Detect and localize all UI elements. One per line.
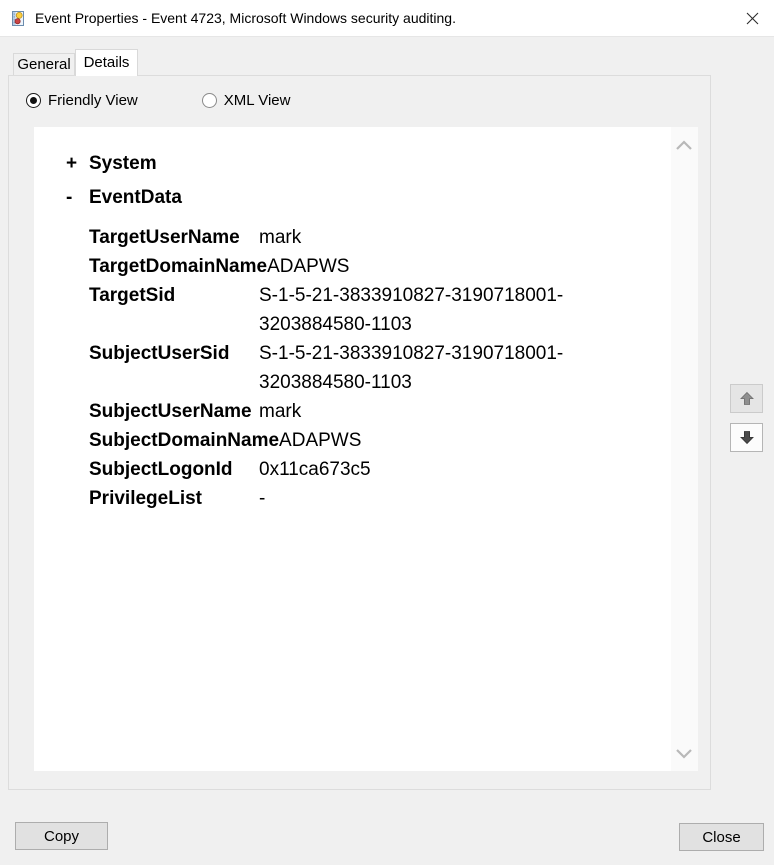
tree-node-system[interactable]: + System (66, 153, 668, 175)
row-name: SubjectUserSid (89, 343, 230, 364)
radio-selected-icon (26, 92, 41, 108)
table-row: PrivilegeList - (89, 484, 668, 513)
row-value: S-1-5-21-3833910827-3190718001-320388458… (259, 343, 564, 393)
row-name: SubjectUserName (89, 401, 252, 422)
xml-view-label: XML View (223, 91, 291, 109)
table-row: SubjectUserSid S-1-5-21-3833910827-319071… (89, 339, 668, 397)
window-title: Event Properties - Event 4723, Microsoft… (35, 10, 456, 26)
row-name: SubjectLogonId (89, 459, 233, 480)
xml-view-radio[interactable]: XML View (201, 91, 291, 109)
row-value: mark (259, 227, 302, 248)
close-x-icon (746, 12, 758, 24)
next-event-button[interactable] (730, 423, 763, 452)
view-options: Friendly View XML View (26, 89, 290, 111)
details-tab-panel: Friendly View XML View + System - EventDat… (8, 75, 711, 790)
event-properties-dialog: { "window": { "title": "Event Properties… (0, 0, 774, 865)
tab-general[interactable]: General (13, 53, 75, 75)
arrow-up-icon (739, 391, 754, 405)
row-value: 0x11ca673c5 (259, 459, 371, 480)
friendly-view-label: Friendly View (48, 91, 138, 109)
scroll-up-icon[interactable] (675, 140, 693, 151)
table-row: TargetUserName mark (89, 223, 668, 252)
friendly-view-radio[interactable]: Friendly View (26, 92, 138, 109)
event-detail-view: + System - EventData TargetUserName mark Ta… (34, 127, 698, 771)
row-value: - (259, 488, 266, 509)
table-row: SubjectUserName mark (89, 397, 668, 426)
close-x-button[interactable] (737, 5, 767, 31)
eventdata-rows: TargetUserName mark TargetDomainNameADAPW… (89, 223, 668, 513)
scroll-down-icon[interactable] (675, 748, 693, 759)
table-row: TargetDomainNameADAPWS (89, 252, 668, 281)
row-value: mark (259, 401, 302, 422)
collapse-toggle-icon[interactable]: - (66, 187, 89, 209)
tab-details[interactable]: Details (75, 49, 138, 76)
event-log-icon (12, 10, 24, 26)
row-name: TargetDomainName (89, 256, 268, 277)
row-value: S-1-5-21-3833910827-3190718001-320388458… (259, 285, 564, 335)
arrow-down-icon (739, 431, 754, 445)
row-value: ADAPWS (279, 430, 362, 451)
tree-node-system-label: System (89, 153, 157, 174)
tree-node-eventdata-label: EventData (89, 187, 182, 208)
row-name: SubjectDomainName (89, 430, 280, 451)
row-name: PrivilegeList (89, 488, 202, 509)
close-button[interactable]: Close (679, 823, 764, 851)
copy-button[interactable]: Copy (15, 822, 108, 850)
expand-toggle-icon[interactable]: + (66, 153, 89, 175)
radio-unselected-icon (201, 92, 217, 108)
previous-event-button[interactable] (730, 384, 763, 413)
table-row: SubjectLogonId 0x11ca673c5 (89, 455, 668, 484)
row-value: ADAPWS (267, 256, 350, 277)
table-row: TargetSid S-1-5-21-3833910827-3190718001-… (89, 281, 668, 339)
row-name: TargetSid (89, 285, 176, 306)
table-row: SubjectDomainNameADAPWS (89, 426, 668, 455)
friendly-view-tree: + System - EventData TargetUserName mark Ta… (34, 127, 698, 513)
scrollbar-track[interactable] (671, 127, 698, 771)
titlebar: Event Properties - Event 4723, Microsoft… (0, 0, 774, 37)
row-name: TargetUserName (89, 227, 240, 248)
tree-node-eventdata[interactable]: - EventData (66, 187, 668, 209)
